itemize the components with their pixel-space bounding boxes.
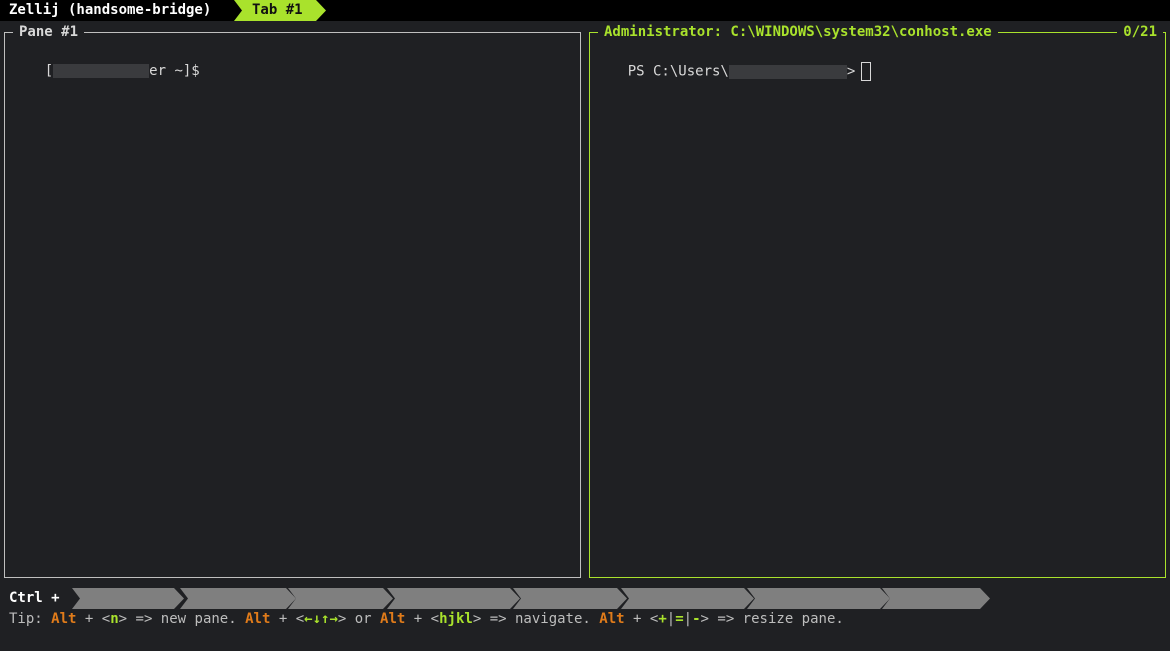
prompt-tail: >	[846, 63, 856, 80]
terminal-cursor	[861, 62, 872, 81]
tip-resize-eq: =	[675, 611, 684, 627]
tip-key-n: n	[110, 611, 119, 627]
tip-line: Tip: Alt + <n> => new pane. Alt + <←↓↑→>…	[0, 609, 1170, 630]
tab-label: Tab #1	[252, 2, 303, 18]
powershell-prompt: PS C:\Users\ >	[594, 44, 872, 99]
tip-bracket: <	[101, 611, 111, 627]
mode-tab[interactable]: <t> TAB	[288, 588, 393, 609]
pane-title: Pane #1	[13, 23, 85, 41]
tip-alt: Alt	[380, 611, 406, 627]
redacted-username	[728, 64, 847, 79]
tip-bracket: >	[337, 611, 347, 627]
prompt-tail: er ~]$	[149, 63, 200, 79]
tip-or: or	[354, 611, 372, 627]
tip-hjkl: hjkl	[439, 611, 473, 627]
tip-plus: +	[633, 611, 642, 627]
tip-bracket: <	[295, 611, 305, 627]
tip-bracket: >	[118, 611, 128, 627]
tip-navigate: => navigate.	[489, 611, 591, 627]
tip-resize-plus: +	[658, 611, 667, 627]
tip-separator: |	[683, 611, 693, 627]
mode-session[interactable]: <o> SESSION	[747, 588, 890, 609]
pane-conhost[interactable]: Administrator: C:\WINDOWS\system32\conho…	[589, 23, 1166, 578]
tab-bar: Zellij (handsome-bridge) Tab #1	[0, 0, 1170, 21]
shell-prompt: [ er ~]$	[11, 44, 200, 98]
tip-bracket: >	[472, 611, 482, 627]
pane-1[interactable]: Pane #1 [ er ~]$	[4, 23, 581, 578]
redacted-username	[53, 64, 150, 78]
tab-1[interactable]: Tab #1	[234, 0, 326, 21]
mode-bar: Ctrl + <g> LOCK <p> PANE <t> TAB <n> RES…	[0, 588, 1170, 609]
tip-plus: +	[413, 611, 423, 627]
mode-pane[interactable]: <p> PANE	[180, 588, 296, 609]
tip-plus: +	[84, 611, 94, 627]
mode-quit[interactable]: <q> QUIT	[882, 588, 990, 609]
tip-new-pane: => new pane.	[135, 611, 237, 627]
tip-prefix: Tip:	[9, 611, 43, 627]
mode-resize[interactable]: <n> RESIZE	[387, 588, 520, 609]
scroll-counter: 0/21	[1117, 23, 1163, 41]
prompt-path: PS C:\Users\	[627, 63, 729, 80]
tip-separator: |	[666, 611, 676, 627]
tip-bracket: <	[430, 611, 440, 627]
tip-resize-pane: => resize pane.	[717, 611, 844, 627]
prompt-bracket: [	[44, 63, 54, 79]
tip-alt: Alt	[599, 611, 625, 627]
tip-bracket: >	[700, 611, 709, 627]
mode-search[interactable]: <s> SEARCH	[621, 588, 754, 609]
pane-title: Administrator: C:\WINDOWS\system32\conho…	[598, 23, 998, 41]
tip-alt: Alt	[51, 611, 77, 627]
tip-arrows: ←↓↑→	[304, 611, 338, 627]
tip-plus: +	[278, 611, 288, 627]
tip-resize-minus: -	[692, 611, 701, 627]
session-title: Zellij (handsome-bridge)	[9, 2, 212, 18]
tip-alt: Alt	[245, 611, 271, 627]
mode-lock[interactable]: <g> LOCK	[72, 588, 184, 609]
ctrl-label: Ctrl +	[9, 590, 60, 606]
mode-move[interactable]: <h> MOVE	[513, 588, 627, 609]
